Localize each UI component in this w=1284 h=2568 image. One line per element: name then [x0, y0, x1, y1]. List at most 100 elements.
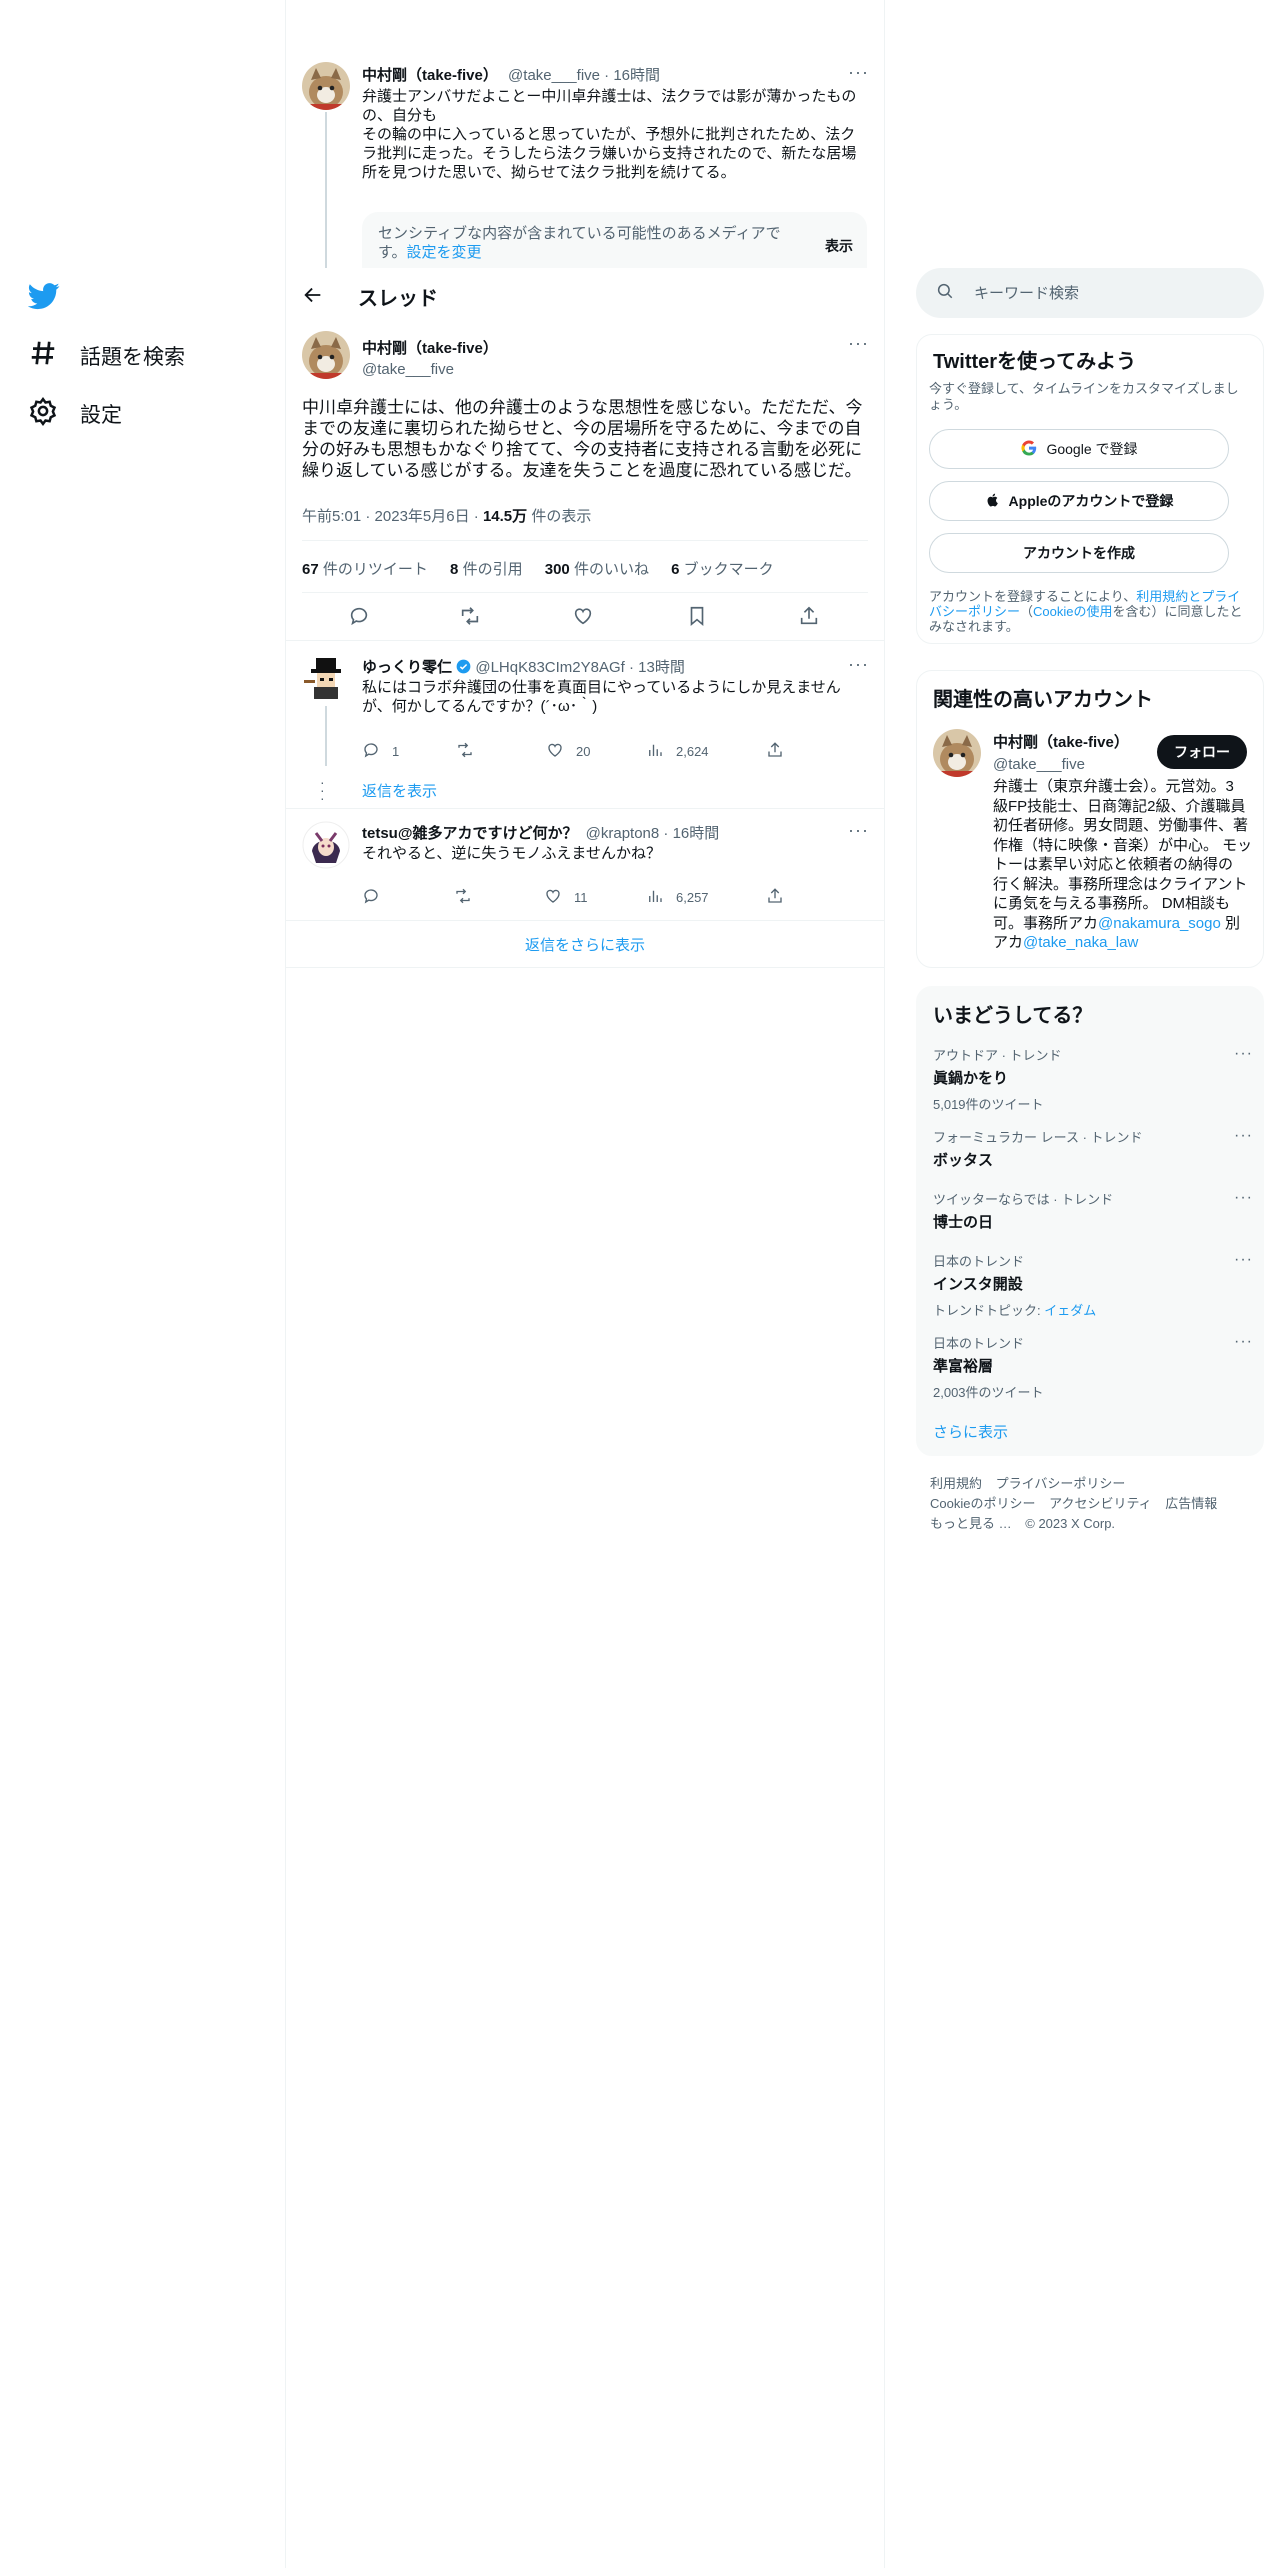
- footer-more-link[interactable]: もっと見る …: [930, 1516, 1012, 1531]
- retweet-button[interactable]: [454, 887, 472, 908]
- change-settings-link[interactable]: 設定を変更: [407, 244, 482, 261]
- tweet-time[interactable]: 13時間: [638, 659, 685, 676]
- mention-link[interactable]: @take_naka_law: [1023, 934, 1138, 951]
- author-name[interactable]: ゆっくり零仁: [362, 659, 452, 676]
- tweet-date[interactable]: 2023年5月6日: [375, 508, 470, 525]
- show-replies-link[interactable]: 返信を表示: [362, 780, 437, 801]
- quote-stat[interactable]: 8 件の引用: [450, 561, 523, 578]
- more-icon[interactable]: ···: [1234, 1127, 1253, 1145]
- retweet-stat[interactable]: 67 件のリツイート: [302, 561, 428, 578]
- tweet-text: それやると、逆に失うモノふえませんかね？: [362, 845, 661, 862]
- trend-item[interactable]: 日本のトレンド インスタ開設 トレンドトピック: イェダム ···: [933, 1251, 1253, 1319]
- search-box[interactable]: [916, 268, 1264, 318]
- more-icon[interactable]: ···: [1234, 1045, 1253, 1063]
- back-arrow-icon[interactable]: [302, 284, 324, 311]
- main-tweet-text: 中川卓弁護士には、他の弁護士のような思想性を感じない。ただただ、今 までの友達に…: [302, 398, 863, 480]
- hashtag-icon: [28, 338, 58, 374]
- related-title: 関連性の高いアカウント: [933, 689, 1153, 711]
- thread-header: スレッド: [286, 268, 884, 321]
- tweet-header: tetsu@雑多アカですけど何か？ @krapton8 · 16時間: [362, 825, 720, 842]
- create-account-button[interactable]: アカウントを作成: [929, 533, 1229, 573]
- privacy-link[interactable]: バシーポリシー: [929, 604, 1020, 619]
- search-input[interactable]: [974, 284, 1224, 302]
- bookmark-stat[interactable]: 6 ブックマーク: [671, 561, 774, 578]
- related-account-name[interactable]: 中村剛（take-five）: [993, 731, 1129, 752]
- views-button[interactable]: 2,624: [646, 741, 709, 762]
- trend-topic-link[interactable]: イェダム: [1044, 1303, 1096, 1318]
- like-stat[interactable]: 300 件のいいね: [545, 561, 649, 578]
- reply-button[interactable]: 1: [362, 741, 399, 762]
- show-more-replies-link[interactable]: 返信をさらに表示: [286, 934, 884, 955]
- main-tweet-actions: [302, 594, 868, 638]
- nav-explore[interactable]: 話題を検索: [28, 338, 185, 374]
- more-icon[interactable]: ···: [848, 62, 869, 83]
- author-name[interactable]: 中村剛（take-five）: [362, 67, 498, 84]
- share-button[interactable]: [766, 741, 784, 762]
- avatar[interactable]: [302, 654, 350, 702]
- show-media-button[interactable]: 表示: [825, 236, 853, 256]
- bookmark-icon[interactable]: [686, 605, 708, 627]
- reply-actions: 11 6,257: [362, 887, 862, 907]
- tweet-time[interactable]: 午前5:01: [302, 508, 361, 525]
- verified-badge-icon: [456, 659, 471, 676]
- avatar[interactable]: [302, 62, 350, 110]
- related-accounts-card: 関連性の高いアカウント 中村剛（take-five） @take___five …: [916, 670, 1264, 968]
- retweet-icon[interactable]: [459, 605, 481, 627]
- cookie-link[interactable]: Cookieの使用: [1033, 604, 1112, 619]
- author-handle[interactable]: @LHqK83CIm2Y8AGf: [475, 659, 624, 676]
- share-button[interactable]: [766, 887, 784, 908]
- related-account-handle[interactable]: @take___five: [993, 756, 1129, 773]
- retweet-button[interactable]: [456, 741, 474, 762]
- trends-title: いまどうしてる？: [933, 1005, 1093, 1027]
- retweet-icon: [454, 887, 472, 908]
- tweet-time[interactable]: 16時間: [673, 825, 720, 842]
- more-icon[interactable]: ···: [1234, 1251, 1253, 1269]
- more-icon[interactable]: ···: [1234, 1333, 1253, 1351]
- terms-link[interactable]: 利用規約とプライ: [1136, 589, 1240, 604]
- footer-terms-link[interactable]: 利用規約: [930, 1476, 982, 1491]
- show-more-trends-link[interactable]: さらに表示: [933, 1421, 1008, 1442]
- tweet-header: ゆっくり零仁 @LHqK83CIm2Y8AGf · 13時間: [362, 659, 685, 676]
- avatar[interactable]: [302, 331, 350, 379]
- share-icon[interactable]: [798, 605, 820, 627]
- more-icon[interactable]: ···: [1234, 1189, 1253, 1207]
- signup-card: Twitterを使ってみよう 今すぐ登録して、タイムラインをカスタマイズしまし …: [916, 334, 1264, 644]
- author-handle[interactable]: @take___five: [508, 67, 600, 84]
- reply-button[interactable]: [362, 887, 392, 908]
- mention-link[interactable]: @nakamura_sogo: [1098, 915, 1221, 932]
- more-icon[interactable]: ···: [848, 333, 869, 354]
- footer-copyright: © 2023 X Corp.: [1025, 1516, 1116, 1531]
- like-button[interactable]: 11: [544, 887, 588, 908]
- footer-cookie-link[interactable]: Cookieのポリシー: [930, 1496, 1035, 1511]
- apple-signup-button[interactable]: Appleのアカウントで登録: [929, 481, 1229, 521]
- sensitive-media-notice: センシティブな内容が含まれている可能性のあるメディアで す。設定を変更 表示: [362, 212, 867, 268]
- view-count: 14.5万: [482, 508, 528, 525]
- thread-connector: [325, 706, 327, 766]
- like-icon[interactable]: [572, 605, 594, 627]
- avatar[interactable]: [933, 729, 981, 777]
- author-name[interactable]: 中村剛（take-five）: [362, 337, 498, 358]
- follow-button[interactable]: フォロー: [1157, 735, 1247, 769]
- google-signup-button[interactable]: Google で登録: [929, 429, 1229, 469]
- footer-accessibility-link[interactable]: アクセシビリティ: [1049, 1496, 1152, 1511]
- trend-item[interactable]: フォーミュラカー レース · トレンド ボッタス ···: [933, 1127, 1253, 1170]
- avatar[interactable]: [302, 821, 350, 869]
- views-button[interactable]: 6,257: [646, 887, 709, 908]
- footer-ads-link[interactable]: 広告情報: [1165, 1496, 1217, 1511]
- trend-item[interactable]: ツイッターならでは · トレンド 博士の日 ···: [933, 1189, 1253, 1232]
- nav-settings[interactable]: 設定: [28, 396, 122, 432]
- like-button[interactable]: 20: [546, 741, 590, 762]
- tweet-time[interactable]: 16時間: [613, 67, 660, 84]
- author-name[interactable]: tetsu@雑多アカですけど何か？: [362, 825, 577, 842]
- footer-privacy-link[interactable]: プライバシーポリシー: [996, 1476, 1126, 1491]
- more-icon[interactable]: ···: [848, 654, 869, 675]
- more-icon[interactable]: ···: [848, 820, 869, 841]
- trend-item[interactable]: アウトドア · トレンド 眞鍋かをり 5,019件のツイート ···: [933, 1045, 1253, 1113]
- author-handle[interactable]: @take___five: [362, 361, 498, 378]
- like-icon: [546, 741, 564, 762]
- reply-icon[interactable]: [348, 605, 370, 627]
- trend-item[interactable]: 日本のトレンド 準富裕層 2,003件のツイート ···: [933, 1333, 1253, 1401]
- analytics-icon: [646, 741, 664, 762]
- twitter-logo-icon[interactable]: [27, 280, 60, 317]
- author-handle[interactable]: @krapton8: [586, 825, 660, 842]
